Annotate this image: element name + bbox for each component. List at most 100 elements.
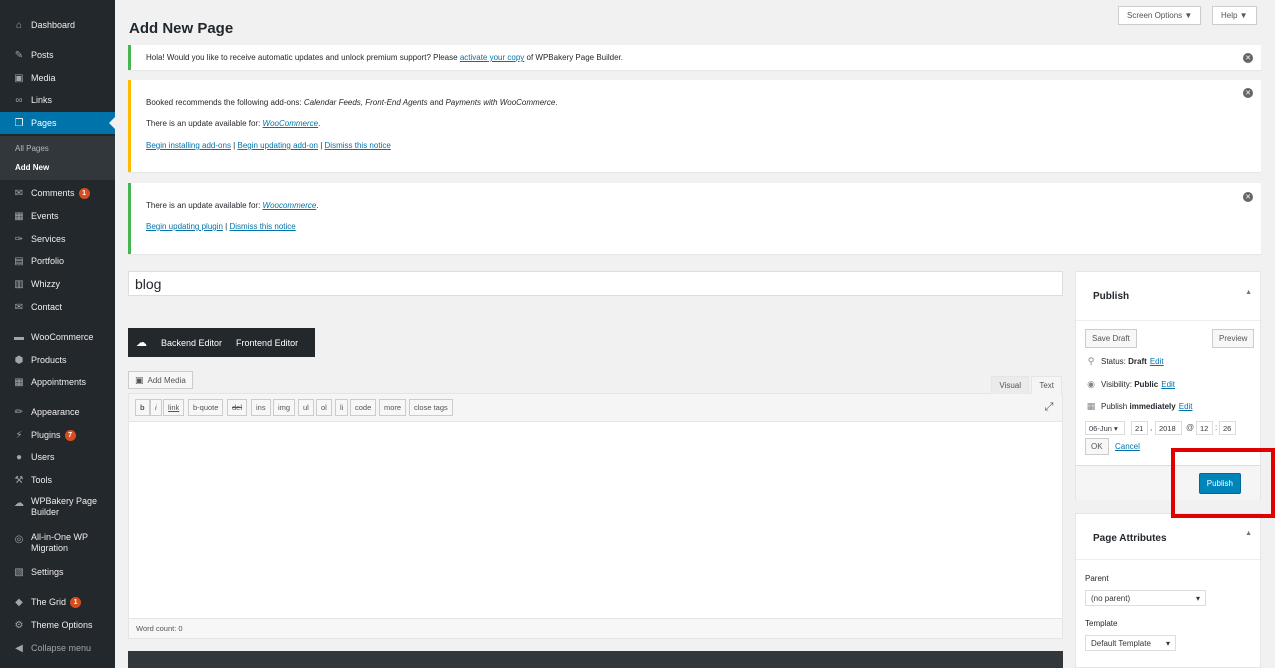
quicktag-img-button[interactable]: img xyxy=(273,399,296,416)
quicktag-more-button[interactable]: more xyxy=(379,399,407,416)
edit-publish-time-link[interactable]: Edit xyxy=(1179,402,1193,411)
minute-input[interactable]: 26 xyxy=(1219,421,1236,435)
begin-installing-addons-link[interactable]: Begin installing add-ons xyxy=(146,141,231,150)
frontend-editor-button[interactable]: Frontend Editor xyxy=(229,328,305,357)
day-input[interactable]: 21 xyxy=(1131,421,1148,435)
sidebar-item-whizzy[interactable]: ▥ Whizzy xyxy=(0,273,115,295)
quicktag-bquote-button[interactable]: b-quote xyxy=(188,399,224,416)
page-attributes-box: Page Attributes ▲ Parent (no parent) ▾ Te… xyxy=(1075,513,1261,668)
edit-icon: ✑ xyxy=(14,233,24,245)
sidebar-item-users[interactable]: ● Users xyxy=(0,446,115,468)
sidebar-item-products[interactable]: ⬢ Products xyxy=(0,349,115,371)
page-attributes-header[interactable]: Page Attributes ▲ xyxy=(1076,514,1260,560)
dashboard-icon: ⌂ xyxy=(15,19,23,31)
sidebar-item-pages[interactable]: ❐ Pages xyxy=(0,112,115,134)
edit-visibility-link[interactable]: Edit xyxy=(1161,380,1175,389)
ok-button[interactable]: OK xyxy=(1085,438,1109,455)
quicktag-bold-button[interactable]: b xyxy=(135,399,150,416)
sidebar-item-tools[interactable]: ⚒ Tools xyxy=(0,469,115,491)
quicktag-ul-button[interactable]: ul xyxy=(298,399,314,416)
sidebar-item-links[interactable]: ∞ Links xyxy=(0,89,115,111)
sidebar-item-comments[interactable]: ✉ Comments 1 xyxy=(0,182,115,204)
quicktag-code-button[interactable]: code xyxy=(350,399,377,416)
quicktag-del-button[interactable]: del xyxy=(227,399,248,416)
dismiss-notice-button[interactable]: ✕ xyxy=(1243,192,1253,202)
month-select[interactable]: 06-Jun ▾ xyxy=(1085,421,1125,435)
submenu-all-pages[interactable]: All Pages xyxy=(0,139,115,157)
begin-updating-addon-link[interactable]: Begin updating add-on xyxy=(237,141,318,150)
sidebar-item-appointments[interactable]: ▦ Appointments xyxy=(0,371,115,393)
sidebar-item-theme-options[interactable]: ⚙ Theme Options xyxy=(0,614,115,636)
submenu-add-new[interactable]: Add New xyxy=(0,158,115,176)
sidebar-item-posts[interactable]: ✎ Posts xyxy=(0,44,115,66)
publish-button[interactable]: Publish xyxy=(1198,473,1241,494)
sidebar-item-dashboard[interactable]: ⌂ Dashboard xyxy=(0,14,115,36)
quicktag-ol-button[interactable]: ol xyxy=(316,399,332,416)
begin-updating-plugin-link[interactable]: Begin updating plugin xyxy=(146,222,223,231)
media-icon: ▣ xyxy=(14,72,24,84)
sidebar-item-services[interactable]: ✑ Services xyxy=(0,228,115,250)
notice-actions: Begin updating plugin | Dismiss this not… xyxy=(146,222,296,231)
publish-box-title: Publish xyxy=(1093,291,1130,302)
screen-options-button[interactable]: Screen Options ▼ xyxy=(1118,6,1202,25)
tab-visual[interactable]: Visual xyxy=(991,376,1029,394)
sidebar-item-settings[interactable]: ▧ Settings xyxy=(0,561,115,583)
woocommerce-link[interactable]: Woocommerce xyxy=(263,201,317,210)
sidebar-item-media[interactable]: ▣ Media xyxy=(0,67,115,89)
toggle-up-icon[interactable]: ▲ xyxy=(1245,530,1252,537)
cancel-link[interactable]: Cancel xyxy=(1115,442,1140,451)
quicktag-li-button[interactable]: li xyxy=(335,399,349,416)
publish-box-header[interactable]: Publish ▲ xyxy=(1076,272,1260,321)
sidebar-item-portfolio[interactable]: ▤ Portfolio xyxy=(0,250,115,272)
preview-button[interactable]: Preview xyxy=(1212,329,1255,348)
sidebar-item-events[interactable]: ▦ Events xyxy=(0,205,115,227)
whizzy-icon: ▥ xyxy=(14,278,24,290)
pin-icon: ⚲ xyxy=(1087,356,1095,366)
content-textarea[interactable] xyxy=(129,422,1062,620)
sidebar-item-label: Tools xyxy=(31,475,53,485)
dismiss-notice-link[interactable]: Dismiss this notice xyxy=(325,141,391,150)
sidebar-item-label: Contact xyxy=(31,302,63,312)
sidebar-item-label: Whizzy xyxy=(31,279,60,289)
edit-status-link[interactable]: Edit xyxy=(1150,357,1164,366)
save-draft-button[interactable]: Save Draft xyxy=(1085,329,1137,348)
template-select[interactable]: Default Template ▾ xyxy=(1085,635,1176,651)
sidebar-item-the-grid[interactable]: ◆ The Grid 1 xyxy=(0,591,115,613)
quicktags-toolbar: b i link b-quote del ins img ul ol li co… xyxy=(129,394,1062,422)
help-button[interactable]: Help ▼ xyxy=(1212,6,1257,25)
add-media-button[interactable]: ▣ Add Media xyxy=(128,371,193,389)
sidebar-item-all-in-one-migration[interactable]: ◎ All-in-One WP Migration xyxy=(0,528,115,560)
year-input[interactable]: 2018 xyxy=(1155,421,1182,435)
quicktag-link-button[interactable]: link xyxy=(163,399,185,416)
post-status: ⚲ Status: Draft Edit xyxy=(1085,356,1164,367)
activate-copy-link[interactable]: activate your copy xyxy=(460,53,524,62)
dismiss-notice-link[interactable]: Dismiss this notice xyxy=(229,222,295,231)
wpbakery-panel-bar xyxy=(128,651,1063,668)
woocommerce-link[interactable]: WooCommerce xyxy=(263,119,319,128)
toggle-up-icon[interactable]: ▲ xyxy=(1245,289,1252,296)
page-title-input[interactable] xyxy=(128,271,1063,296)
quicktag-ins-button[interactable]: ins xyxy=(251,399,271,416)
sidebar-item-contact[interactable]: ✉ Contact xyxy=(0,296,115,318)
sidebar-item-appearance[interactable]: ✏ Appearance xyxy=(0,401,115,423)
collapse-menu-button[interactable]: ◀ Collapse menu xyxy=(0,637,115,659)
fullscreen-icon[interactable]: ⤢ xyxy=(1042,400,1056,414)
wpbakery-activation-notice: Hola! Would you like to receive automati… xyxy=(128,45,1261,70)
quicktag-italic-button[interactable]: i xyxy=(150,399,162,416)
dismiss-notice-button[interactable]: ✕ xyxy=(1243,88,1253,98)
quicktag-close-tags-button[interactable]: close tags xyxy=(409,399,453,416)
sidebar-item-woocommerce[interactable]: ▬ WooCommerce xyxy=(0,326,115,348)
sidebar-item-wpbakery[interactable]: ☁ WPBakery Page Builder xyxy=(0,492,115,524)
dismiss-notice-button[interactable]: ✕ xyxy=(1243,53,1253,63)
the-grid-badge: 1 xyxy=(70,596,82,608)
sidebar-item-label: Links xyxy=(31,95,53,105)
notice-text: There is an update available for: WooCom… xyxy=(146,119,321,128)
backend-editor-button[interactable]: Backend Editor xyxy=(154,328,229,357)
sidebar-item-plugins[interactable]: ⚡ Plugins 7 xyxy=(0,424,115,446)
hour-input[interactable]: 12 xyxy=(1196,421,1213,435)
tab-text[interactable]: Text xyxy=(1031,376,1062,394)
portfolio-icon: ▤ xyxy=(14,255,24,267)
plugin-icon: ⚡ xyxy=(15,429,23,441)
parent-select[interactable]: (no parent) ▾ xyxy=(1085,590,1206,606)
sidebar-item-label: Products xyxy=(31,355,67,365)
